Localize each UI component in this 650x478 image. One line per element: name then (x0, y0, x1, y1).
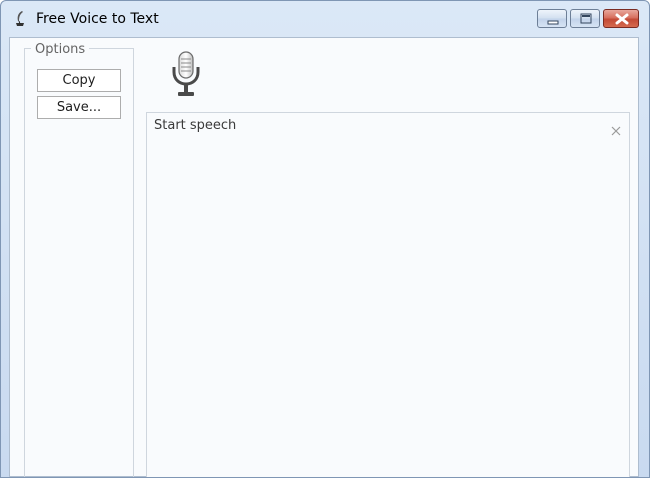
maximize-icon (580, 13, 592, 24)
maximize-button[interactable] (570, 9, 600, 28)
speech-text: Start speech (154, 118, 237, 133)
minimize-icon (547, 20, 559, 25)
title-bar[interactable]: Free Voice to Text (1, 1, 649, 37)
app-window: Free Voice to Text Options Copy Save... … (0, 0, 650, 478)
window-title: Free Voice to Text (36, 11, 159, 27)
microphone-icon[interactable] (170, 50, 202, 100)
quill-icon[interactable] (13, 10, 27, 28)
options-group: Options Copy Save... (24, 42, 134, 477)
copy-button[interactable]: Copy (37, 69, 121, 92)
window-controls (537, 9, 639, 28)
options-legend: Options (31, 42, 90, 57)
close-button[interactable] (603, 9, 639, 28)
close-icon (615, 13, 629, 25)
minimize-button[interactable] (537, 9, 567, 28)
client-area: Options Copy Save... Start speech (9, 37, 639, 477)
clear-icon[interactable] (611, 121, 621, 136)
speech-text-area[interactable]: Start speech (146, 112, 630, 477)
save-button[interactable]: Save... (37, 96, 121, 119)
